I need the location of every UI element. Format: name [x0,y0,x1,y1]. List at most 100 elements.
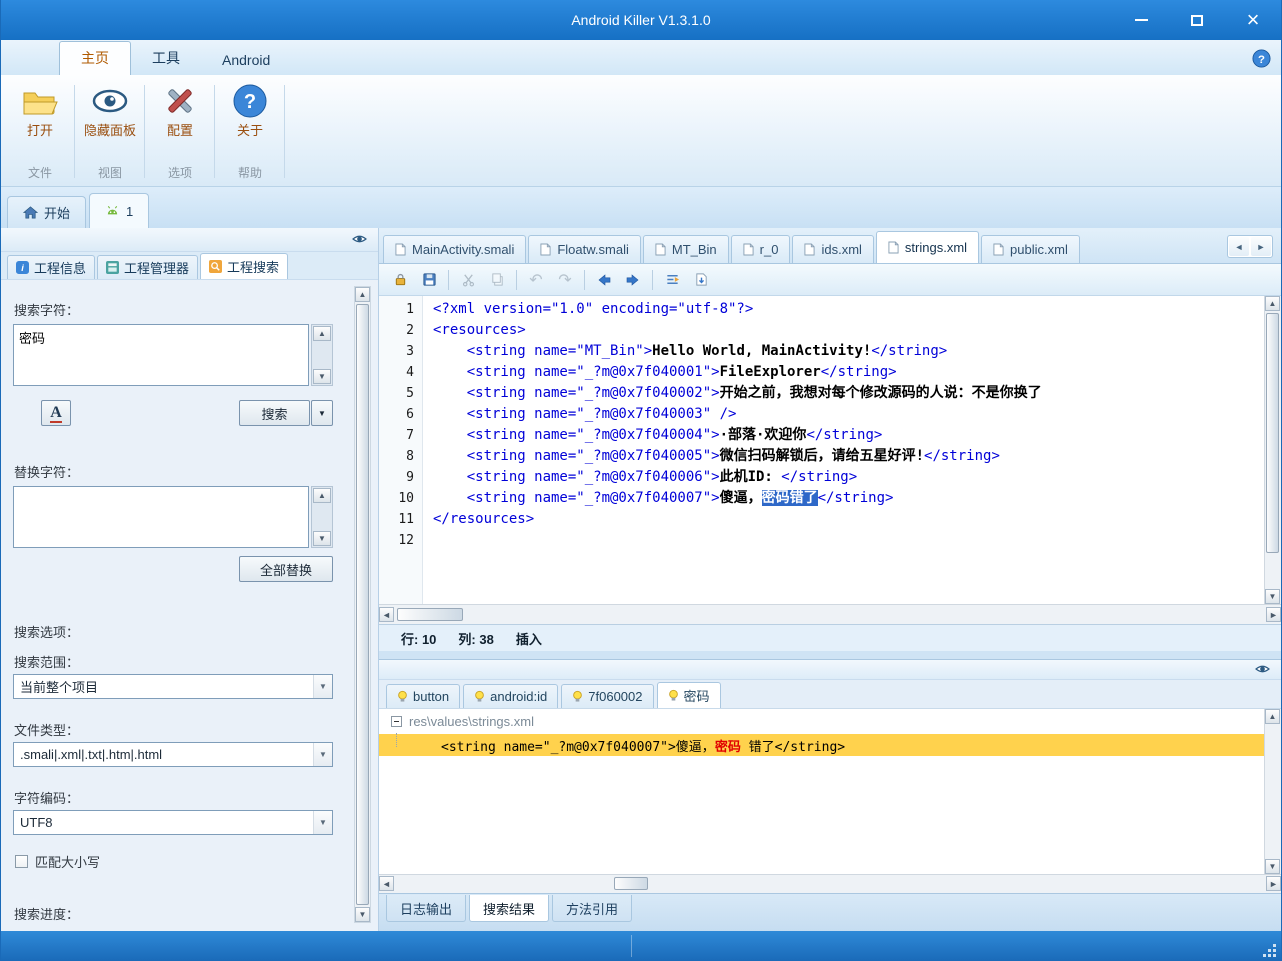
tab-method-references[interactable]: 方法引用 [552,895,633,922]
tab-log-output[interactable]: 日志输出 [386,895,467,922]
scroll-up-button[interactable] [1265,296,1280,311]
close-button[interactable] [1233,4,1273,36]
scroll-up-button[interactable] [355,287,370,302]
code-line[interactable]: 9 <string name="_?m@0x7f040006">此机ID: </… [379,467,1281,488]
code-line[interactable]: 12 [379,530,1281,551]
scroll-left-button[interactable] [379,607,394,622]
results-hscrollbar[interactable] [379,874,1281,893]
ribbon-tab-android[interactable]: Android [201,46,291,75]
file-tab-public-xml[interactable]: public.xml [981,235,1080,263]
result-tab-android-id[interactable]: android:id [463,684,559,708]
copy-button[interactable] [484,268,510,292]
sidebar-tab-project-search[interactable]: 工程搜索 [200,253,289,279]
replace-all-button[interactable]: 全部替换 [239,556,333,582]
ribbon-tab-tools[interactable]: 工具 [131,42,201,75]
code-line[interactable]: 2 <resources> [379,320,1281,341]
hide-panel-button[interactable]: 隐藏面板 [84,77,136,138]
sidebar-collapse-button[interactable] [352,233,368,246]
result-tab-button[interactable]: button [386,684,461,708]
results-tree: res\values\strings.xml <string name="_?m… [379,709,1281,874]
minimize-button[interactable] [1121,4,1161,36]
code-editor[interactable]: 1 <?xml version="1.0" encoding="utf-8"?> 2… [379,296,1281,604]
search-button[interactable]: 搜索 [239,400,310,426]
search-input[interactable]: 密码 [13,324,309,386]
code-line[interactable]: 4 <string name="_?m@0x7f040001">FileExpl… [379,362,1281,383]
chevron-down-icon[interactable] [313,743,332,766]
search-dropdown-button[interactable] [311,400,333,426]
encoding-select[interactable]: UTF8 [13,810,333,835]
code-line[interactable]: 1 <?xml version="1.0" encoding="utf-8"?> [379,299,1281,320]
help-button[interactable]: ? [1252,49,1271,68]
scroll-right-button[interactable] [1266,607,1281,622]
code-line[interactable]: 6 <string name="_?m@0x7f040003" /> [379,404,1281,425]
chevron-down-icon[interactable] [313,675,332,698]
collapse-icon[interactable] [391,716,402,727]
scroll-right-button[interactable] [1266,876,1281,891]
results-collapse-button[interactable] [1255,663,1271,676]
tab-search-results[interactable]: 搜索结果 [469,895,550,922]
scrollbar-thumb[interactable] [613,877,648,890]
resize-grip[interactable] [1261,942,1276,957]
save-button[interactable] [416,268,442,292]
tab-scroll-right-button[interactable] [1251,237,1271,256]
goto-line-button[interactable] [659,268,685,292]
scrollbar-thumb[interactable] [356,304,369,905]
doc-tab-project-1[interactable]: 1 [89,193,150,228]
redo-button[interactable] [552,268,578,292]
code-line[interactable]: 7 <string name="_?m@0x7f040004">·部落·欢迎你<… [379,425,1281,446]
lock-button[interactable] [387,268,413,292]
code-line[interactable]: 10 <string name="_?m@0x7f040007">傻逼，密码错了… [379,488,1281,509]
search-match-row[interactable]: <string name="_?m@0x7f040007">傻逼， 密码 错了</… [379,734,1281,756]
tree-node-strings-xml[interactable]: res\values\strings.xml [379,709,1281,732]
font-settings-button[interactable] [41,400,71,426]
code-area[interactable]: 1 <?xml version="1.0" encoding="utf-8"?> 2… [379,296,1281,551]
code-line[interactable]: 11 </resources> [379,509,1281,530]
file-tab-strings-xml[interactable]: strings.xml [875,231,980,263]
about-button[interactable]: ? 关于 [224,77,276,138]
export-button[interactable] [688,268,714,292]
sidebar-tab-project-info[interactable]: i 工程信息 [7,255,96,279]
code-line[interactable]: 3 <string name="MT_Bin">Hello World, Mai… [379,341,1281,362]
configure-button[interactable]: 配置 [154,77,206,138]
undo-button[interactable] [523,268,549,292]
tab-scroll-left-button[interactable] [1229,237,1249,256]
sidebar-vscrollbar[interactable] [354,286,371,923]
scroll-left-button[interactable] [379,876,394,891]
chevron-down-icon[interactable] [313,811,332,834]
cut-button[interactable] [455,268,481,292]
result-tab-password[interactable]: 密码 [656,682,721,708]
spin-down-button[interactable] [313,369,331,384]
file-tab-ids-xml[interactable]: ids.xml [792,235,874,263]
result-tab-7f060002[interactable]: 7f060002 [561,684,654,708]
replace-input[interactable] [13,486,309,548]
code-line[interactable]: 5 <string name="_?m@0x7f040002">开始之前，我想对… [379,383,1281,404]
scrollbar-thumb[interactable] [1266,313,1279,554]
doc-tab-start[interactable]: 开始 [7,196,87,228]
scope-select[interactable]: 当前整个项目 [13,674,333,699]
file-tab-r0[interactable]: r_0 [730,235,791,263]
file-type-select[interactable]: .smali|.xml|.txt|.htm|.html [13,742,333,767]
scroll-down-button[interactable] [1265,589,1280,604]
scroll-down-button[interactable] [355,907,370,922]
navigate-back-button[interactable] [591,268,617,292]
spin-up-button[interactable] [313,326,331,341]
scroll-up-button[interactable] [1265,709,1280,724]
open-button[interactable]: 打开 [14,77,66,138]
spin-down-button[interactable] [313,531,331,546]
ribbon-tab-home[interactable]: 主页 [59,41,131,75]
maximize-button[interactable] [1177,4,1217,36]
editor-hscrollbar[interactable] [379,604,1281,624]
match-case-checkbox[interactable] [15,855,28,868]
results-vscrollbar[interactable] [1264,709,1281,874]
scroll-down-button[interactable] [1265,859,1280,874]
editor-vscrollbar[interactable] [1264,296,1281,604]
scrollbar-thumb[interactable] [397,608,463,621]
spin-up-button[interactable] [313,488,331,503]
file-tab-floatw-smali[interactable]: Floatw.smali [528,235,641,263]
sidebar-tab-project-manager[interactable]: 工程管理器 [97,255,199,279]
file-tab-mainactivity-smali[interactable]: MainActivity.smali [383,235,527,263]
panel-splitter[interactable] [379,651,1281,659]
navigate-forward-button[interactable] [620,268,646,292]
code-line[interactable]: 8 <string name="_?m@0x7f040005">微信扫码解锁后，… [379,446,1281,467]
file-tab-mt-bin[interactable]: MT_Bin [642,235,729,263]
